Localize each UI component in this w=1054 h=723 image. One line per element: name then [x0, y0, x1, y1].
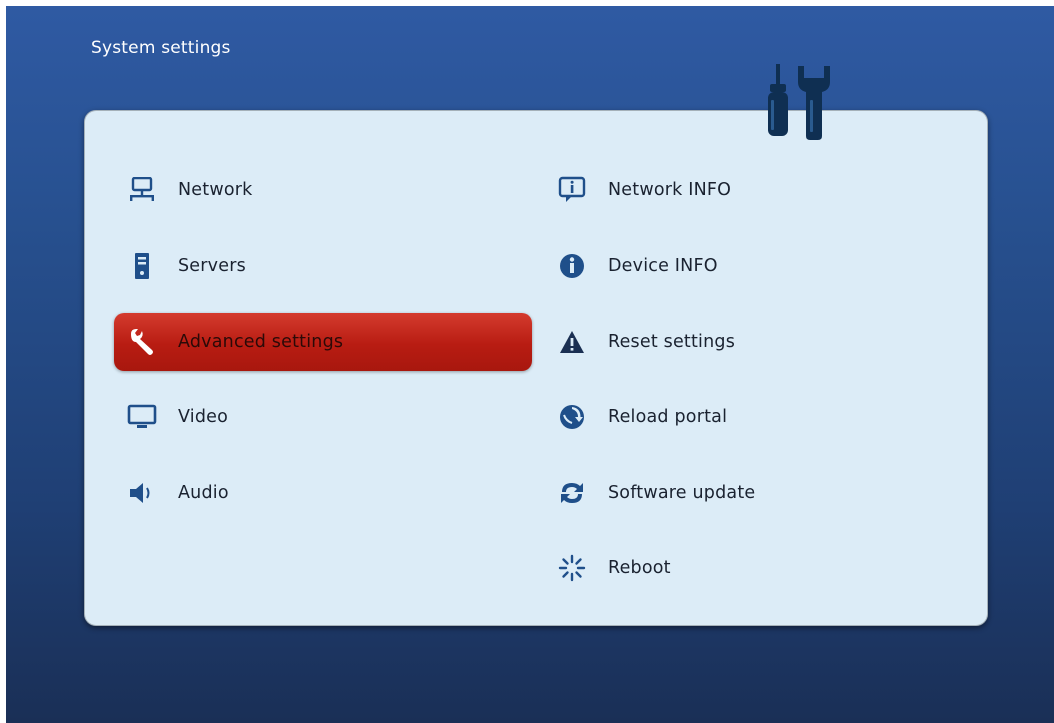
menu-item-network-info[interactable]: Network INFO: [548, 161, 948, 219]
menu-item-software-update[interactable]: Software update: [548, 464, 948, 522]
menu-item-label: Network: [178, 180, 253, 200]
menu-item-audio[interactable]: Audio: [114, 464, 532, 522]
speaker-icon: [126, 479, 158, 507]
info-bubble-icon: [556, 176, 588, 204]
menu-item-label: Reload portal: [608, 407, 728, 427]
menu-item-servers[interactable]: Servers: [114, 237, 532, 295]
network-icon: [126, 176, 158, 204]
menu-item-advanced-settings[interactable]: Advanced settings: [114, 313, 532, 371]
menu-item-label: Reset settings: [608, 332, 736, 352]
warning-icon: [556, 328, 588, 356]
menu-item-label: Servers: [178, 256, 246, 276]
tools-icon: [768, 64, 830, 140]
menu-item-reset-settings[interactable]: Reset settings: [548, 313, 948, 371]
monitor-icon: [126, 403, 158, 431]
menu-item-label: Software update: [608, 483, 756, 503]
menu-item-reboot[interactable]: Reboot: [548, 539, 948, 597]
menu-item-reload-portal[interactable]: Reload portal: [548, 388, 948, 446]
reboot-spinner-icon: [556, 554, 588, 582]
settings-screen: System settings Network Servers Advanced…: [6, 6, 1054, 723]
page-title: System settings: [91, 38, 231, 58]
menu-item-device-info[interactable]: Device INFO: [548, 237, 948, 295]
server-icon: [126, 252, 158, 280]
reload-globe-icon: [556, 403, 588, 431]
menu-item-video[interactable]: Video: [114, 388, 532, 446]
menu-item-label: Device INFO: [608, 256, 718, 276]
info-icon: [556, 252, 588, 280]
menu-item-label: Network INFO: [608, 180, 732, 200]
menu-item-label: Audio: [178, 483, 229, 503]
wrench-icon: [126, 328, 158, 356]
refresh-icon: [556, 479, 588, 507]
menu-item-label: Advanced settings: [178, 332, 344, 352]
menu-item-label: Video: [178, 407, 229, 427]
menu-item-label: Reboot: [608, 558, 671, 578]
menu-item-network[interactable]: Network: [114, 161, 532, 219]
